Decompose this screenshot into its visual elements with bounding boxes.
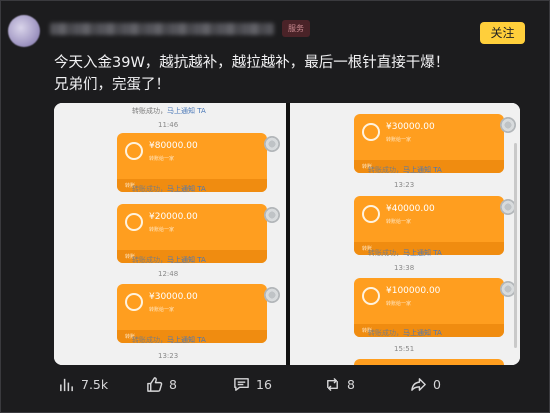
avatar bbox=[264, 207, 280, 223]
coin-icon bbox=[362, 287, 380, 305]
transfer-amount: ¥30000.00 bbox=[149, 292, 198, 302]
shares-count: 0 bbox=[433, 376, 441, 392]
transfer-bubble bbox=[354, 359, 504, 365]
transfer-status: 转账成功，马上通知 TA bbox=[368, 166, 442, 174]
comments-count: 16 bbox=[256, 376, 272, 392]
coin-icon bbox=[362, 205, 380, 223]
share-button[interactable]: 0 bbox=[410, 372, 441, 396]
views-button[interactable]: 7.5k bbox=[58, 372, 108, 396]
coin-icon bbox=[362, 123, 380, 141]
message-time: 13:38 bbox=[394, 264, 415, 272]
avatar bbox=[500, 117, 516, 133]
comment-button[interactable]: 16 bbox=[233, 372, 272, 396]
repost-icon bbox=[327, 377, 338, 391]
share-arrow-icon bbox=[411, 377, 426, 391]
avatar[interactable] bbox=[8, 15, 40, 47]
user-tag-badge: 服务 bbox=[282, 20, 310, 37]
transfer-status: 转账成功，马上通知 TA bbox=[132, 336, 206, 344]
transfer-status: 转账成功，马上通知 TA bbox=[132, 256, 206, 264]
transfer-desc: 转账给一家 bbox=[149, 156, 175, 162]
transfer-desc: 转账给一家 bbox=[386, 219, 412, 225]
attached-screenshot[interactable]: 转账成功，马上通知 TA 11:46 ¥80000.00 转账给一家 转账 转账… bbox=[54, 103, 520, 365]
username-redacted[interactable] bbox=[50, 23, 274, 35]
message-time: 12:48 bbox=[158, 270, 179, 278]
avatar bbox=[264, 287, 280, 303]
scrollbar[interactable] bbox=[514, 143, 517, 348]
transfer-amount: ¥30000.00 bbox=[386, 122, 435, 132]
coin-icon bbox=[125, 142, 143, 160]
transfer-desc: 转账给一家 bbox=[386, 301, 412, 307]
message-time: 13:23 bbox=[158, 352, 179, 360]
transfer-desc: 转账给一家 bbox=[149, 307, 175, 313]
reposts-count: 8 bbox=[347, 376, 355, 392]
avatar bbox=[264, 136, 280, 152]
post-body: 今天入金39W，越抗越补，越拉越补，最后一根针直接干爆！ 兄弟们，完蛋了！ bbox=[54, 52, 524, 96]
transfer-amount: ¥40000.00 bbox=[386, 204, 435, 214]
transfer-amount: ¥100000.00 bbox=[386, 286, 441, 296]
likes-count: 8 bbox=[169, 376, 177, 392]
message-time: 15:51 bbox=[394, 345, 415, 353]
follow-button[interactable]: 关注 bbox=[480, 22, 525, 44]
action-bar: 7.5k 8 16 8 0 bbox=[0, 372, 550, 396]
transfer-status: 转账成功，马上通知 TA bbox=[132, 107, 206, 115]
transfer-status: 转账成功，马上通知 TA bbox=[132, 185, 206, 193]
screenshot-left-panel: 转账成功，马上通知 TA 11:46 ¥80000.00 转账给一家 转账 转账… bbox=[54, 103, 286, 365]
like-button[interactable]: 8 bbox=[146, 372, 177, 396]
transfer-amount: ¥20000.00 bbox=[149, 212, 198, 222]
post-line-2: 兄弟们，完蛋了！ bbox=[54, 77, 170, 93]
coin-icon bbox=[125, 293, 143, 311]
post-line-1: 今天入金39W，越抗越补，越拉越补，最后一根针直接干爆！ bbox=[54, 55, 450, 71]
coin-icon bbox=[125, 213, 143, 231]
comment-icon bbox=[234, 377, 249, 391]
transfer-bubble[interactable]: ¥40000.00 转账给一家 转账 bbox=[354, 196, 504, 255]
transfer-desc: 转账给一家 bbox=[149, 227, 175, 233]
transfer-status: 转账成功，马上通知 TA bbox=[368, 249, 442, 257]
views-count: 7.5k bbox=[81, 376, 109, 392]
message-time: 11:46 bbox=[158, 121, 179, 129]
transfer-desc: 转账给一家 bbox=[386, 137, 412, 143]
transfer-amount: ¥80000.00 bbox=[149, 141, 198, 151]
transfer-status: 转账成功，马上通知 TA bbox=[368, 329, 442, 337]
repost-button[interactable]: 8 bbox=[324, 372, 355, 396]
bar-chart-icon bbox=[60, 378, 73, 391]
screenshot-right-panel: ¥30000.00 转账给一家 转账 转账成功，马上通知 TA 13:23 ¥4… bbox=[290, 103, 520, 365]
message-time: 13:23 bbox=[394, 181, 415, 189]
thumbs-up-icon bbox=[147, 376, 163, 392]
